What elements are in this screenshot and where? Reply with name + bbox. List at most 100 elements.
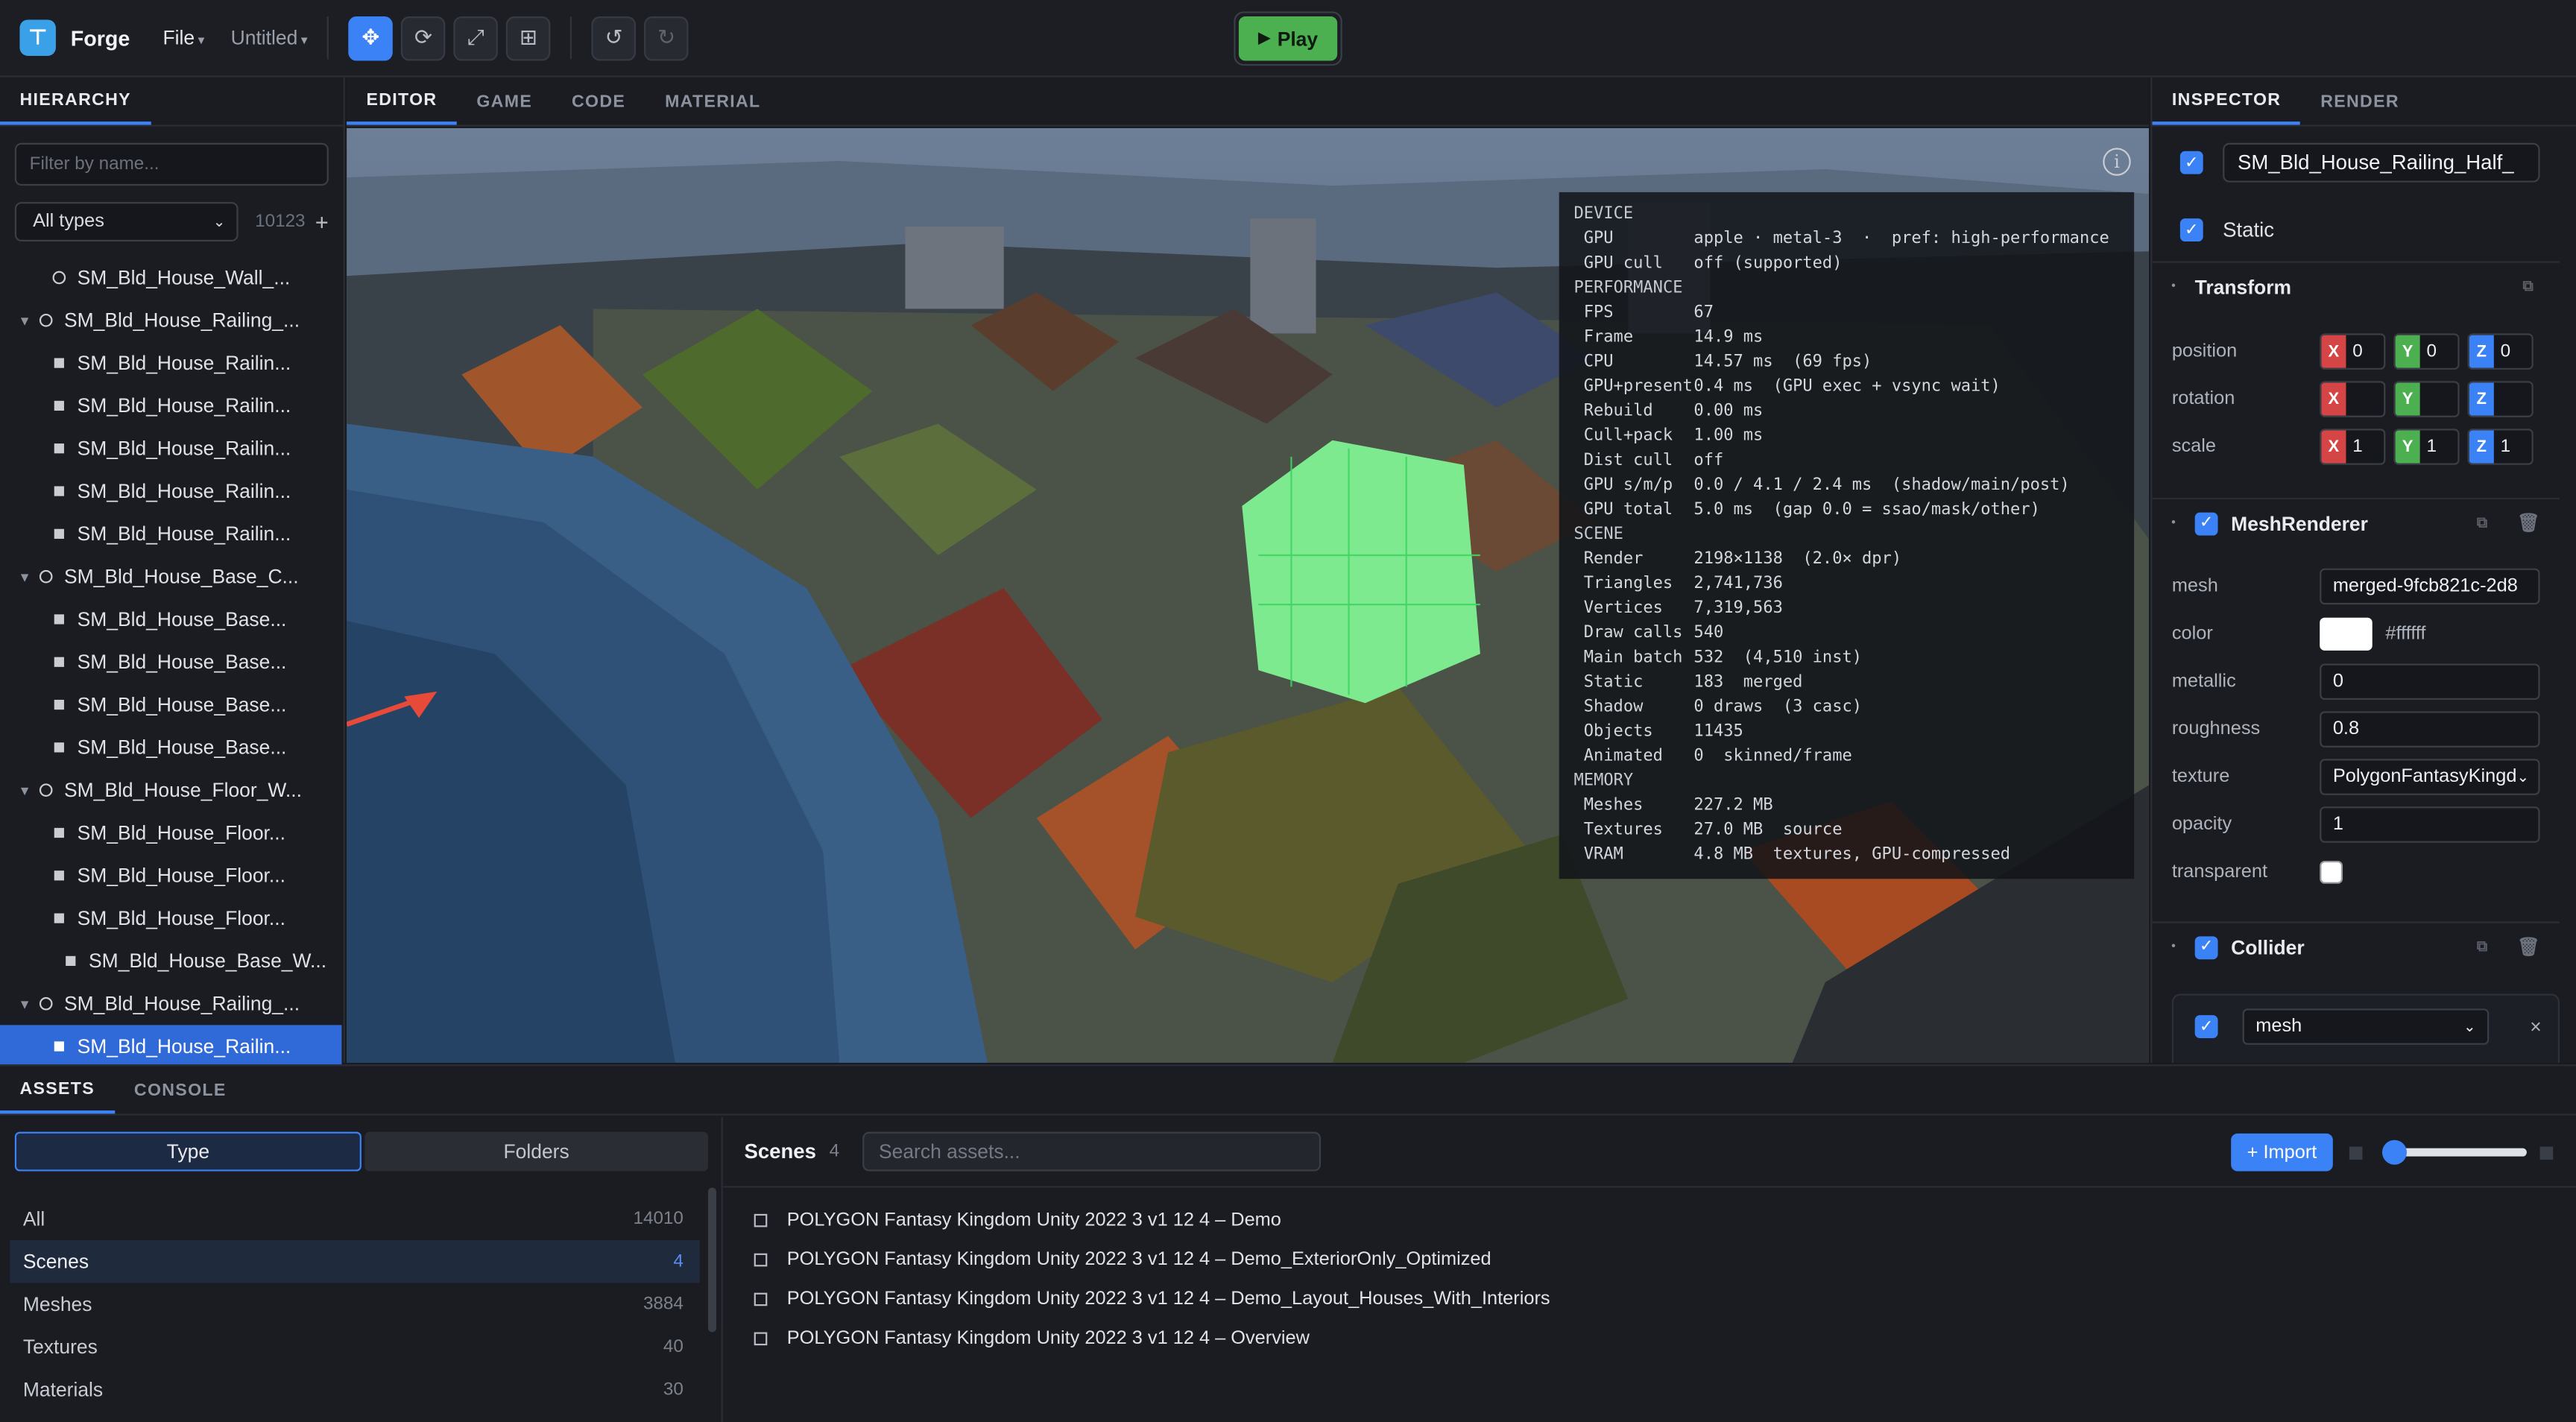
tab-assets[interactable]: ASSETS (0, 1066, 115, 1114)
hierarchy-row[interactable]: SM_Bld_House_Railin... (0, 470, 341, 512)
add-object-button[interactable]: + (315, 209, 329, 235)
opacity-input[interactable]: 1 (2320, 806, 2540, 843)
undo-button[interactable]: ↺ (591, 15, 637, 60)
rotation-y-input[interactable]: Y (2393, 381, 2460, 417)
position-y-input[interactable]: Y0 (2393, 333, 2460, 370)
hierarchy-row[interactable]: SM_Bld_House_Base... (0, 641, 341, 683)
transparent-checkbox[interactable] (2320, 860, 2343, 884)
category-meshes[interactable]: Meshes 3884 (10, 1283, 700, 1325)
roughness-input[interactable]: 0.8 (2320, 711, 2540, 748)
rect-tool-button[interactable]: ⊞ (506, 15, 551, 60)
asset-categories: All 14010 Scenes 4 Meshes 3884 Textures 40 Mater… (10, 1198, 700, 1412)
color-swatch[interactable] (2320, 617, 2373, 651)
asset-search-input[interactable]: Search assets... (862, 1131, 1321, 1172)
tab-render[interactable]: RENDER (2301, 78, 2419, 125)
tab-game[interactable]: GAME (457, 78, 552, 125)
object-name-input[interactable]: SM_Bld_House_Railing_Half_ (2223, 142, 2540, 183)
asset-item[interactable]: POLYGON Fantasy Kingdom Unity 2022 3 v1 … (754, 1240, 1550, 1280)
hierarchy-row[interactable]: SM_Bld_House_Floor... (0, 854, 341, 897)
category-all[interactable]: All 14010 (10, 1198, 700, 1240)
rotation-x-input[interactable]: X (2320, 381, 2386, 417)
copy-icon[interactable]: ⧉ (2477, 938, 2487, 956)
hierarchy-row[interactable]: SM_Bld_House_Base... (0, 683, 341, 726)
hierarchy-row[interactable]: SM_Bld_House_Base... (0, 726, 341, 768)
tab-inspector[interactable]: INSPECTOR (2152, 78, 2301, 125)
collider-header[interactable]: • ✓ Collider ⧉ 🗑 (2152, 921, 2560, 971)
collider-enabled-checkbox[interactable]: ✓ (2194, 935, 2218, 959)
hierarchy-row[interactable]: SM_Bld_House_Railin... (0, 427, 341, 470)
tab-material[interactable]: MATERIAL (645, 78, 780, 125)
chevron-down-icon[interactable]: ▼ (16, 313, 33, 328)
categories-scrollbar[interactable] (707, 1187, 716, 1333)
remove-icon[interactable]: × (2530, 1015, 2541, 1038)
tab-editor[interactable]: EDITOR (347, 78, 457, 125)
hierarchy-row[interactable]: SM_Bld_House_Base_W... (0, 940, 341, 982)
scale-z-input[interactable]: Z1 (2467, 429, 2534, 465)
hierarchy-row[interactable]: SM_Bld_House_Floor... (0, 897, 341, 939)
hierarchy-row[interactable]: SM_Bld_House_Railin... (0, 385, 341, 427)
copy-icon[interactable]: ⧉ (2477, 514, 2487, 532)
scale-y-input[interactable]: Y1 (2393, 429, 2460, 465)
asset-item[interactable]: POLYGON Fantasy Kingdom Unity 2022 3 v1 … (754, 1280, 1550, 1319)
redo-button[interactable]: ↻ (644, 15, 689, 60)
mesh-field[interactable]: merged-9fcb821c-2d8 (2320, 568, 2540, 605)
scale-x-input[interactable]: X1 (2320, 429, 2386, 465)
category-textures[interactable]: Textures 40 (10, 1326, 700, 1368)
asset-item[interactable]: POLYGON Fantasy Kingdom Unity 2022 3 v1 … (754, 1319, 1550, 1359)
texture-select[interactable]: PolygonFantasyKingd ⌄ (2320, 759, 2540, 795)
category-materials[interactable]: Materials 30 (10, 1368, 700, 1411)
scene-viewport[interactable]: i DEVICE GPU apple · metal-3 · pref: high-… (347, 127, 2149, 1064)
position-z-input[interactable]: Z0 (2467, 333, 2534, 370)
slider-knob[interactable] (2381, 1140, 2408, 1165)
x-axis-label: X (2321, 430, 2346, 464)
hierarchy-row[interactable]: ▼ SM_Bld_House_Railing_... (0, 982, 341, 1025)
metallic-input[interactable]: 0 (2320, 663, 2540, 700)
trash-icon[interactable]: 🗑 (2517, 513, 2540, 534)
play-button[interactable]: ▶ Play (1238, 16, 1338, 61)
hierarchy-row[interactable]: ▼ SM_Bld_House_Floor_W... (0, 769, 341, 812)
position-x-input[interactable]: X0 (2320, 333, 2386, 370)
move-tool-button[interactable]: ✥ (348, 15, 394, 60)
collider-shape-checkbox[interactable]: ✓ (2194, 1015, 2218, 1038)
stats-value: 2198×1138 (2.0× dpr) (1693, 550, 1902, 569)
trash-icon[interactable]: 🗑 (2517, 936, 2540, 958)
hierarchy-row[interactable]: SM_Bld_House_Wall_... (0, 256, 341, 299)
import-button[interactable]: + Import (2231, 1133, 2333, 1172)
category-scenes[interactable]: Scenes 4 (10, 1240, 700, 1283)
hierarchy-row-label: SM_Bld_House_Railin... (77, 351, 291, 375)
info-icon[interactable]: i (2103, 148, 2131, 176)
collider-shape-select[interactable]: mesh ⌄ (2242, 1008, 2490, 1045)
hierarchy-row[interactable]: SM_Bld_House_Base... (0, 598, 341, 640)
transform-header[interactable]: • Transform ⧉ (2152, 261, 2560, 310)
type-filter-select[interactable]: All types ⌄ (14, 202, 239, 242)
hierarchy-row[interactable]: SM_Bld_House_Floor... (0, 812, 341, 854)
rotation-z-input[interactable]: Z (2467, 381, 2534, 417)
hierarchy-row[interactable]: SM_Bld_House_Railin... (0, 1025, 342, 1068)
meshrenderer-enabled-checkbox[interactable]: ✓ (2194, 511, 2218, 535)
chevron-down-icon[interactable]: ▼ (16, 996, 33, 1011)
hierarchy-row[interactable]: ▼ SM_Bld_House_Railing_... (0, 299, 341, 341)
chevron-down-icon[interactable]: ▼ (16, 569, 33, 584)
copy-icon[interactable]: ⧉ (2523, 277, 2534, 295)
asset-item[interactable]: POLYGON Fantasy Kingdom Unity 2022 3 v1 … (754, 1201, 1550, 1240)
tab-hierarchy[interactable]: HIERARCHY (0, 78, 151, 125)
file-menu[interactable]: File ▾ (162, 26, 204, 49)
thumbnail-size-slider[interactable] (2381, 1140, 2527, 1165)
rotate-tool-button[interactable]: ⟳ (401, 15, 446, 60)
hierarchy-row[interactable]: SM_Bld_House_Railin... (0, 513, 341, 555)
hierarchy-row[interactable]: SM_Bld_House_Railin... (0, 341, 341, 384)
chevron-down-icon[interactable]: ▼ (16, 783, 33, 797)
tab-console[interactable]: CONSOLE (114, 1066, 246, 1113)
view-mode-folders[interactable]: Folders (364, 1131, 708, 1172)
hierarchy-row[interactable]: ▼ SM_Bld_House_Base_C... (0, 555, 341, 598)
move-tool-icon: ✥ (362, 25, 380, 50)
stats-value: 14.57 ms (69 fps) (1693, 353, 1872, 372)
hierarchy-filter-input[interactable]: Filter by name... (14, 142, 329, 186)
tab-code[interactable]: CODE (552, 78, 645, 125)
object-enabled-checkbox[interactable]: ✓ (2179, 151, 2203, 174)
scale-tool-button[interactable]: ⤢ (453, 15, 499, 60)
static-checkbox[interactable]: ✓ (2179, 218, 2203, 242)
meshrenderer-header[interactable]: • ✓ MeshRenderer ⧉ 🗑 (2152, 497, 2560, 547)
view-mode-type[interactable]: Type (14, 1131, 362, 1172)
document-menu[interactable]: Untitled ▾ (231, 26, 308, 49)
